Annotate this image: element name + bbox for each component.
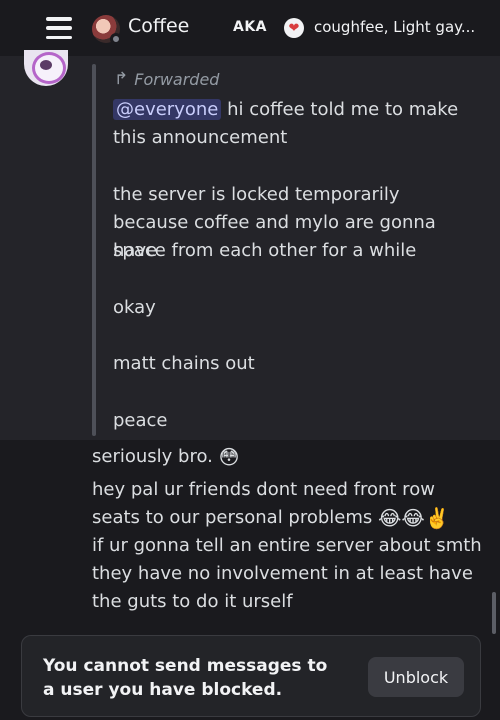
forward-arrow-icon: ↱	[114, 69, 129, 89]
message-text: seriously bro.	[92, 446, 213, 467]
message-line: seats to our personal problems 😂😂✌️	[92, 504, 487, 532]
aka-label: AKA	[233, 19, 268, 35]
page-title[interactable]: Coffee	[128, 15, 189, 37]
forwarded-line: space from each other for a while	[113, 240, 417, 261]
menu-icon[interactable]	[46, 17, 72, 39]
laughing-emoji-icon: 😂😂✌️	[378, 506, 450, 530]
aka-names[interactable]: coughfee, Light gay...	[314, 18, 494, 36]
forwarded-text: Forwarded	[134, 69, 220, 89]
forwarded-label: ↱ Forwarded	[114, 69, 219, 89]
everyone-mention[interactable]: @everyone	[113, 99, 222, 120]
message-text: seats to our personal problems	[92, 507, 373, 528]
blocked-notice: You cannot send messages to a user you h…	[21, 635, 481, 717]
forwarded-line-text: hi coffee told me to make	[221, 99, 459, 120]
forwarded-line: @everyone hi coffee told me to make	[113, 96, 483, 124]
blocked-notice-text: You cannot send messages to a user you h…	[43, 656, 328, 700]
heart-icon: ❤	[284, 18, 304, 38]
forwarded-line: peace	[113, 410, 168, 431]
message-line: they have no involvement in at least hav…	[92, 563, 473, 584]
forwarded-line: okay	[113, 297, 156, 318]
message-line: if ur gonna tell an entire server about …	[92, 535, 482, 556]
forwarded-line: matt chains out	[113, 353, 255, 374]
forwarded-line: the server is locked temporarily	[113, 184, 400, 205]
message-line: the guts to do it urself	[92, 591, 293, 612]
status-offline-icon	[110, 33, 122, 45]
forwarded-line: this announcement	[113, 127, 288, 148]
unblock-button[interactable]: Unblock	[368, 657, 464, 697]
channel-header: Coffee AKA ❤ coughfee, Light gay...	[0, 0, 500, 56]
scrollbar[interactable]	[492, 592, 496, 634]
message-line: hey pal ur friends dont need front row	[92, 479, 435, 500]
flushed-emoji-icon: 😳	[218, 445, 240, 469]
message-line: seriously bro. 😳	[92, 443, 487, 471]
forward-quote-bar	[92, 64, 96, 436]
avatar[interactable]	[92, 15, 122, 45]
